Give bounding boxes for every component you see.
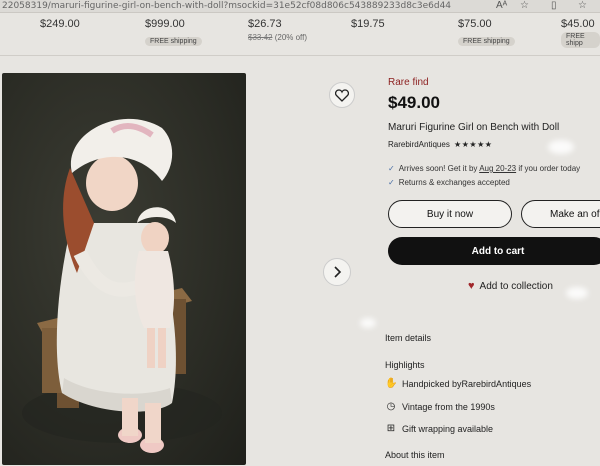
highlight-vintage: ◷ Vintage from the 1990s [385,401,495,412]
item-details-heading[interactable]: Item details [385,333,431,343]
free-shipping-badge: FREE shipp [561,32,600,48]
star-icon[interactable]: ☆ [520,0,529,11]
url-text[interactable]: 22058319/maruri-figurine-girl-on-bench-w… [2,1,472,11]
split-view-icon[interactable]: ▯ [551,0,557,11]
rare-find-badge: Rare find [388,77,429,88]
add-to-collection-button[interactable]: ♥ Add to collection [468,280,553,292]
delivery-line: ✓ Arrives soon! Get it by Aug 20-23 if yo… [388,164,580,173]
product-photo[interactable] [2,73,246,465]
make-offer-button[interactable]: Make an of [521,200,600,228]
related-item-price: $26.73 [248,18,282,30]
highlight-gift: ⊞ Gift wrapping available [385,423,493,434]
clock-icon: ◷ [386,401,396,412]
shop-line: RarebirdAntiques ★★★★★ [388,140,492,149]
related-items-strip: $249.00 $999.00 FREE shipping $26.73 $33… [0,13,600,53]
related-item-price: $75.00 [458,18,492,30]
related-item[interactable]: $999.00 FREE shipping [145,18,202,48]
screen-glare [548,140,574,154]
chevron-right-icon [334,266,342,278]
returns-text: Returns & exchanges accepted [398,178,510,187]
product-title: Maruri Figurine Girl on Bench with Doll [388,122,560,133]
discount: (20% off) [274,33,308,42]
related-item-price: $19.75 [351,18,385,30]
gift-text: Gift wrapping available [402,423,494,434]
heart-outline-icon [335,88,349,102]
free-shipping-badge: FREE shipping [145,37,202,46]
rating-stars[interactable]: ★★★★★ [454,140,492,149]
discount-line: $33.42 (20% off) [248,33,307,42]
favorites-icon[interactable]: ☆ [578,0,587,11]
handpicked-shop-link[interactable]: RarebirdAntiques [462,379,532,389]
check-icon: ✓ [388,164,395,173]
about-item-heading[interactable]: About this item [385,450,445,460]
highlight-handpicked: ✋ Handpicked by RarebirdAntiques [385,378,531,389]
related-item[interactable]: $249.00 [40,18,80,30]
check-icon: ✓ [388,178,395,187]
related-item-price: $999.00 [145,18,185,30]
old-price: $33.42 [248,33,273,42]
add-to-cart-button[interactable]: Add to cart [388,237,600,265]
shop-name-link[interactable]: RarebirdAntiques [388,140,450,149]
delivery-date-link[interactable]: Aug 20-23 [479,164,516,173]
screen-glare [566,287,588,299]
handpicked-prefix: Handpicked by [402,378,462,389]
returns-line: ✓ Returns & exchanges accepted [388,178,510,187]
gift-icon: ⊞ [386,423,396,434]
address-bar[interactable]: 22058319/maruri-figurine-girl-on-bench-w… [0,0,600,13]
buy-now-button[interactable]: Buy it now [388,200,512,228]
figurine-illustration [22,118,222,453]
related-item[interactable]: $45.00 FREE shipp [561,18,600,50]
related-item[interactable]: $26.73 $33.42 (20% off) [248,18,307,42]
free-shipping-badge: FREE shipping [458,37,515,46]
related-item[interactable]: $19.75 [351,18,385,30]
related-item[interactable]: $75.00 FREE shipping [458,18,515,48]
heart-filled-icon: ♥ [468,280,475,292]
product-price: $49.00 [388,93,440,112]
add-to-collection-label: Add to collection [479,280,553,292]
divider [0,55,600,56]
delivery-prefix: Arrives soon! Get it by [398,164,480,173]
favorite-button[interactable] [329,82,355,108]
related-item-price: $249.00 [40,18,80,30]
screen-glare [360,318,376,328]
reader-mode-icon[interactable]: Aᴬ [496,0,507,11]
vintage-text: Vintage from the 1990s [402,401,495,412]
delivery-suffix: if you order today [516,164,581,173]
highlights-heading: Highlights [385,360,425,370]
hand-icon: ✋ [385,378,398,389]
related-item-price: $45.00 [561,18,595,30]
next-image-button[interactable] [323,258,351,286]
